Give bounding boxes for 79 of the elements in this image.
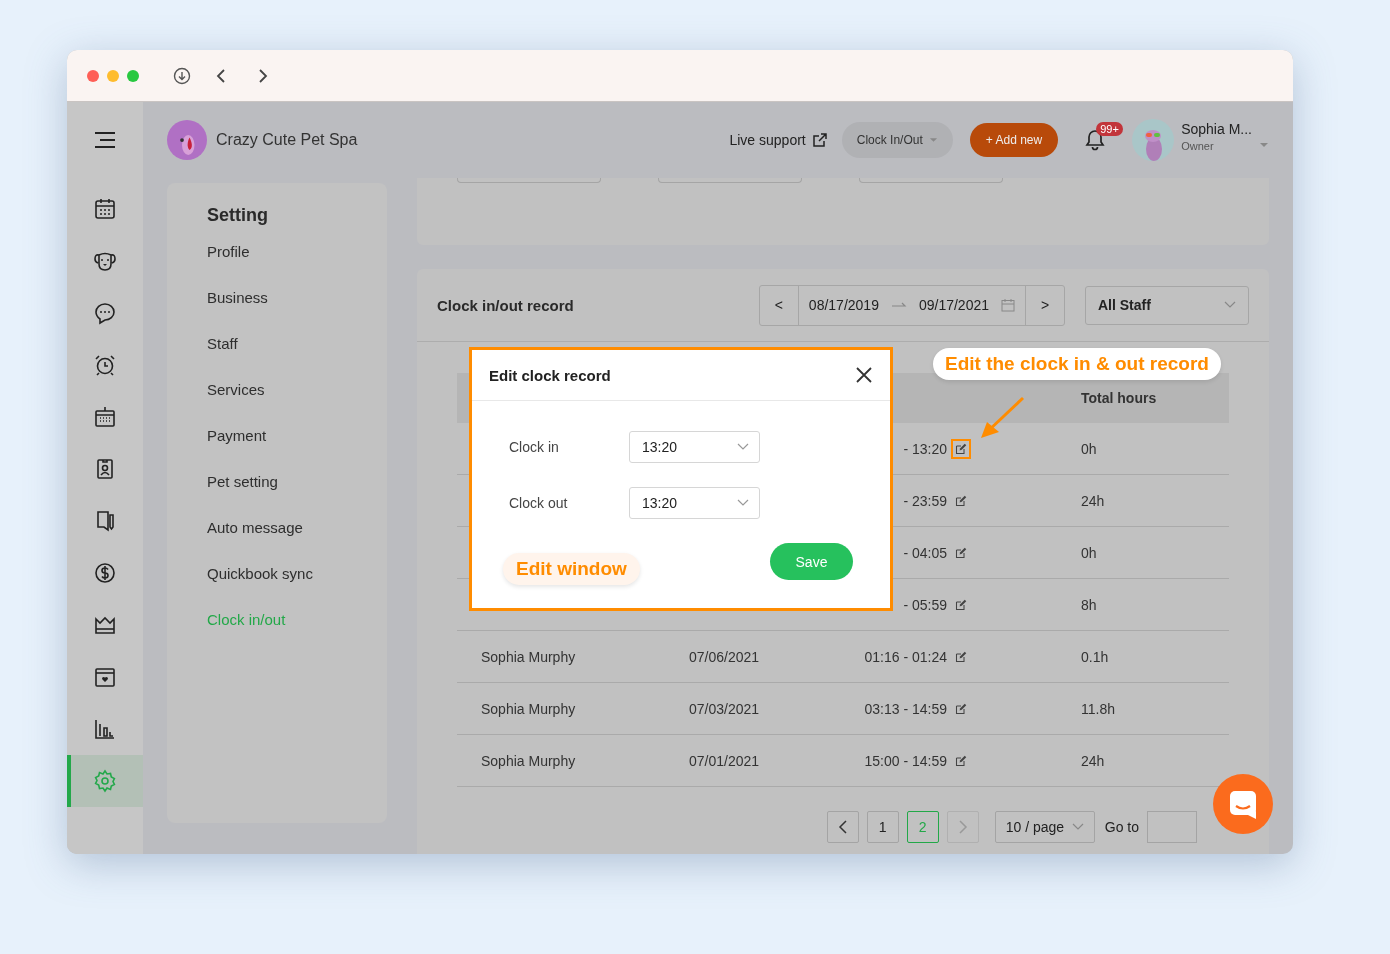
chevron-right-icon [957, 820, 968, 834]
settings-menu-item[interactable]: Quickbook sync [207, 558, 387, 604]
table-cell-text: 15:00 - 14:59 [863, 752, 947, 769]
table-cell-text: 0h [1081, 544, 1098, 561]
table-cell-text: 07/06/2021 [689, 648, 761, 665]
settings-menu-item[interactable]: Payment [207, 420, 387, 466]
clock-in-out-dropdown[interactable]: Clock In/Out [841, 122, 953, 158]
settings-menu-item[interactable]: Staff [207, 328, 387, 374]
table-cell-text: - 13:20 [902, 440, 947, 457]
settings-menu-item[interactable]: Pet setting [207, 466, 387, 512]
table-cell-text: 0h [1081, 440, 1098, 457]
table-cell-text: 07/01/2021 [689, 752, 761, 769]
time-dropdown[interactable]: 13:20 [629, 431, 760, 463]
table-cell-text: - 05:59 [902, 596, 947, 613]
table-cell-text: 24h [1081, 752, 1106, 769]
download-icon[interactable] [173, 66, 191, 85]
start-date[interactable]: 08/17/2019 [808, 297, 879, 313]
chat-icon [1228, 789, 1258, 819]
alarm-clock-icon [93, 353, 117, 377]
chevron-down-icon [1224, 301, 1236, 309]
settings-menu-item[interactable]: Services [207, 374, 387, 420]
business-logo [167, 120, 207, 160]
bar-chart-icon [93, 717, 117, 741]
close-icon[interactable] [855, 366, 873, 384]
notification-badge: 99+ [1096, 122, 1123, 136]
go-to-label: Go to [1104, 819, 1139, 835]
table-cell-text: 07/03/2021 [689, 700, 761, 717]
settings-menu-item[interactable]: Business [207, 282, 387, 328]
table-cell-text: - 04:05 [902, 544, 947, 561]
previous-button[interactable]: < [759, 285, 798, 325]
card-title: Clock in/out record [437, 296, 574, 314]
settings-menu-item[interactable]: Profile [207, 236, 387, 282]
page-button[interactable]: 1 [866, 811, 899, 843]
calendar-icon [93, 405, 117, 429]
zoom-dot-icon[interactable] [127, 69, 139, 82]
calendar-icon [93, 197, 117, 221]
table-cell-text: Sophia Murphy [480, 752, 577, 769]
settings-menu-item[interactable]: Auto message [207, 512, 387, 558]
live-support-link[interactable]: Live support [729, 132, 828, 148]
field-label: Clock in [509, 439, 560, 455]
table-cell-text: 8h [1081, 596, 1098, 613]
business-name: Crazy Cute Pet Spa [216, 131, 358, 149]
end-date[interactable]: 09/17/2021 [918, 297, 989, 313]
callout-label: Edit window [503, 553, 640, 585]
staff-dropdown[interactable]: All Staff [1085, 285, 1249, 325]
chevron-down-icon [1071, 823, 1084, 831]
chevron-left-icon [837, 820, 848, 834]
table-cell-text: 03:13 - 14:59 [863, 700, 947, 717]
field-label: Clock out [509, 495, 569, 511]
dollar-icon [93, 561, 117, 585]
edit-icon[interactable] [951, 438, 971, 459]
page-size-dropdown[interactable]: 10 / page [994, 811, 1095, 843]
page-input-field[interactable] [1147, 811, 1197, 843]
add-new-button[interactable]: + Add new [969, 123, 1059, 157]
callout-label: Edit the clock in & out record [933, 348, 1221, 380]
time-dropdown[interactable]: 13:20 [629, 487, 760, 519]
minimize-dot-icon[interactable] [107, 69, 119, 82]
external-link-icon [811, 132, 828, 148]
table-cell-text: 0.1h [1081, 648, 1110, 665]
caret-icon [928, 137, 938, 143]
settings-icon [93, 769, 117, 793]
table-cell-text: - 23:59 [902, 492, 947, 509]
dialog-title: Edit clock record [489, 366, 611, 384]
chevron-down-icon [737, 499, 749, 507]
chevron-down-icon [737, 443, 749, 451]
column-header: Total hours [1081, 390, 1158, 406]
settings-title: Setting [207, 205, 269, 226]
table-cell-text: 24h [1081, 492, 1106, 509]
table-cell-text: Sophia Murphy [480, 700, 577, 717]
previous-page-button[interactable] [826, 811, 859, 843]
close-dot-icon[interactable] [87, 69, 99, 82]
table-cell-text: 01:16 - 01:24 [863, 648, 947, 665]
next-button[interactable]: > [1026, 285, 1064, 325]
table-cell-text: 11.8h [1081, 700, 1116, 717]
menu-icon[interactable] [93, 131, 117, 149]
user-name[interactable]: Sophia M... [1181, 120, 1252, 137]
user-role: Owner [1181, 139, 1215, 152]
table-cell-text: Sophia Murphy [480, 648, 577, 665]
chat-bubble-icon [93, 301, 117, 325]
